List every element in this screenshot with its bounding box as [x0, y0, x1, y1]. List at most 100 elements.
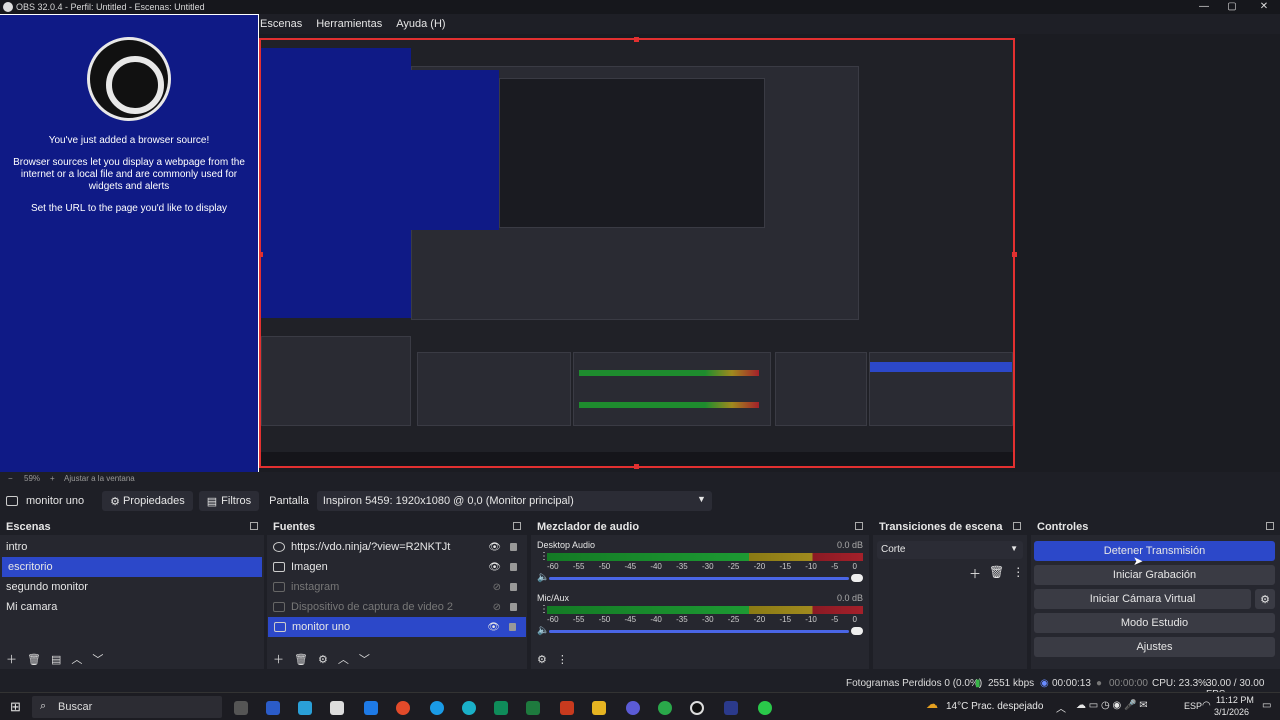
- arrow-up-icon[interactable]: ︿: [338, 651, 349, 667]
- word-icon[interactable]: [266, 701, 280, 715]
- volume-slider[interactable]: [549, 630, 849, 633]
- scene-item[interactable]: escritorio: [2, 557, 262, 577]
- source-item[interactable]: Imagen 👁: [267, 557, 527, 577]
- weather-text[interactable]: 14°C Prac. despejado: [946, 701, 1043, 712]
- display-select[interactable]: Inspiron 5459: 1920x1080 @ 0,0 (Monitor …: [316, 491, 712, 511]
- notification-icon[interactable]: ▭: [1262, 700, 1271, 711]
- screen-capture-preview[interactable]: [258, 37, 1017, 469]
- eye-hidden-icon[interactable]: ⊘: [493, 582, 501, 593]
- volume-knob[interactable]: [851, 574, 863, 582]
- menu-ayuda[interactable]: Ayuda (H): [396, 18, 445, 30]
- close-button[interactable]: ✕: [1248, 0, 1280, 14]
- undock-icon[interactable]: [1013, 522, 1021, 530]
- eye-icon[interactable]: 👁: [488, 562, 501, 573]
- clock-time[interactable]: 11:12 PM: [1216, 695, 1254, 705]
- edge-icon[interactable]: [430, 701, 444, 715]
- source-label: https://vdo.ninja/?view=R2NKTJt: [291, 541, 451, 553]
- zoom-out-icon[interactable]: −: [8, 474, 13, 483]
- filter-icon: ▤: [206, 495, 218, 508]
- lock-icon[interactable]: [510, 563, 517, 571]
- start-virtual-camera-button[interactable]: Iniciar Cámara Virtual: [1034, 589, 1251, 609]
- source-item[interactable]: https://vdo.ninja/?view=R2NKTJt 👁: [267, 537, 527, 557]
- camera-icon: [273, 602, 285, 612]
- whatsapp-icon[interactable]: [758, 701, 772, 715]
- chevron-up-icon[interactable]: ︿: [1056, 700, 1066, 715]
- language-indicator[interactable]: ESP: [1184, 701, 1202, 711]
- gear-icon[interactable]: ⚙: [537, 653, 547, 666]
- clock-date[interactable]: 3/1/2026: [1214, 707, 1249, 717]
- transition-select[interactable]: Corte ▼: [877, 541, 1023, 559]
- trash-icon[interactable]: 🗑: [27, 653, 41, 666]
- chrome-icon[interactable]: [396, 701, 410, 715]
- zoom-in-icon[interactable]: +: [50, 474, 55, 483]
- file-explorer-icon[interactable]: [592, 701, 606, 715]
- gear-icon[interactable]: ⚙: [318, 653, 328, 666]
- filter-icon[interactable]: ▤: [51, 653, 61, 666]
- properties-button[interactable]: ⚙ Propiedades: [102, 491, 193, 511]
- excel-icon[interactable]: [526, 701, 540, 715]
- undock-icon[interactable]: [1266, 522, 1274, 530]
- zoom-fit-select[interactable]: Ajustar a la ventana: [64, 474, 135, 483]
- undock-icon[interactable]: [513, 522, 521, 530]
- volume-knob[interactable]: [851, 627, 863, 635]
- taskbar-search[interactable]: ⌕ Buscar: [32, 696, 222, 718]
- lock-icon[interactable]: [510, 583, 517, 591]
- more-vertical-icon[interactable]: ⋮: [557, 653, 568, 666]
- filters-button[interactable]: ▤ Filtros: [198, 491, 260, 511]
- app-icon-2[interactable]: [724, 701, 738, 715]
- tray-icons[interactable]: ☁ ▭ ◷ ◉ 🎤 ✉: [1076, 700, 1148, 711]
- undock-icon[interactable]: [855, 522, 863, 530]
- volume-slider[interactable]: [549, 577, 849, 580]
- undock-icon[interactable]: [250, 522, 258, 530]
- start-recording-button[interactable]: Iniciar Grabación: [1034, 565, 1275, 585]
- menu-escenas[interactable]: Escenas: [260, 18, 302, 30]
- edge-dev-icon[interactable]: [462, 701, 476, 715]
- meter-tick-label: -60: [547, 562, 559, 571]
- source-item[interactable]: Dispositivo de captura de video 2 ⊘: [267, 597, 527, 617]
- eye-icon[interactable]: 👁: [488, 542, 501, 553]
- source-item[interactable]: monitor uno 👁: [268, 617, 526, 637]
- eye-icon[interactable]: 👁: [487, 622, 500, 633]
- obs-icon[interactable]: [690, 701, 704, 715]
- signal-icon: ▮: [975, 678, 981, 689]
- eye-hidden-icon[interactable]: ⊘: [493, 602, 501, 613]
- source-item[interactable]: instagram ⊘: [267, 577, 527, 597]
- menu-herramientas[interactable]: Herramientas: [316, 18, 382, 30]
- lock-icon[interactable]: [510, 543, 517, 551]
- windows-start-icon[interactable]: ⊞: [10, 699, 21, 715]
- title-bar: OBS 32.0.4 - Perfil: Untitled - Escenas:…: [0, 0, 1280, 14]
- transitions-header: Transiciones de escena: [873, 519, 1027, 535]
- trash-icon[interactable]: 🗑: [294, 653, 308, 666]
- add-icon[interactable]: ＋: [6, 651, 17, 667]
- store-icon[interactable]: [330, 701, 344, 715]
- add-icon[interactable]: ＋: [273, 651, 284, 667]
- more-vertical-icon[interactable]: ⋮: [1012, 565, 1024, 582]
- add-icon[interactable]: ＋: [969, 565, 981, 582]
- studio-mode-button[interactable]: Modo Estudio: [1034, 613, 1275, 633]
- trash-icon[interactable]: 🗑: [989, 565, 1004, 582]
- settings-button[interactable]: Ajustes: [1034, 637, 1275, 657]
- speaker-icon[interactable]: 🔈: [537, 625, 549, 636]
- lock-icon[interactable]: [509, 623, 516, 631]
- speaker-icon[interactable]: 🔈: [537, 572, 549, 583]
- chrome-profile-icon[interactable]: [658, 701, 672, 715]
- copilot-icon[interactable]: [298, 701, 312, 715]
- outlook-icon[interactable]: [364, 701, 378, 715]
- arrow-down-icon[interactable]: ﹀: [359, 651, 370, 667]
- dropped-frames: Fotogramas Perdidos 0 (0.0%): [846, 678, 983, 689]
- scene-item[interactable]: intro: [0, 537, 264, 557]
- powerpoint-icon[interactable]: [560, 701, 574, 715]
- virtual-camera-settings-gear-icon[interactable]: ⚙: [1255, 589, 1275, 609]
- app-icon[interactable]: [626, 701, 640, 715]
- meter-tick-label: -40: [650, 615, 662, 624]
- arrow-down-icon[interactable]: ﹀: [92, 651, 103, 667]
- maximize-button[interactable]: ▢: [1216, 0, 1248, 14]
- arrow-up-icon[interactable]: ︿: [71, 651, 82, 667]
- scene-item[interactable]: Mi camara: [0, 597, 264, 617]
- task-view-icon[interactable]: [234, 701, 248, 715]
- scene-item[interactable]: segundo monitor: [0, 577, 264, 597]
- stop-streaming-button[interactable]: Detener Transmisión: [1034, 541, 1275, 561]
- lock-icon[interactable]: [510, 603, 517, 611]
- wifi-icon[interactable]: ◠: [1202, 700, 1211, 711]
- publisher-icon[interactable]: [494, 701, 508, 715]
